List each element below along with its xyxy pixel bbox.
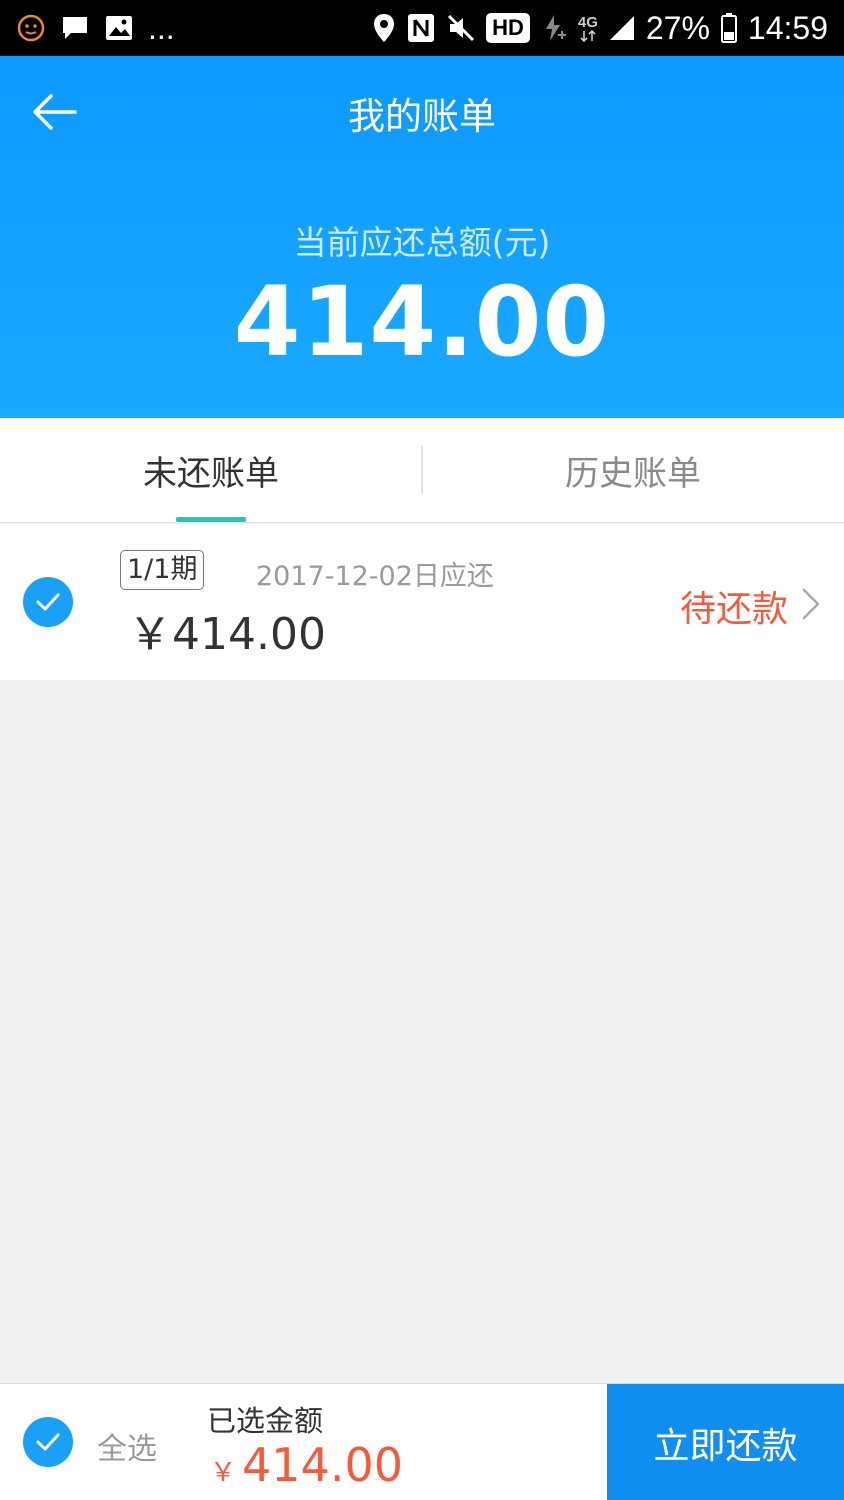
selected-amount-value: 414.00 xyxy=(242,1438,403,1492)
more-notifications: ... xyxy=(148,9,175,46)
bill-status: 待还款 xyxy=(679,589,788,630)
select-all-checkbox[interactable] xyxy=(23,1417,73,1467)
total-due-label: 当前应还总额(元) xyxy=(293,223,551,262)
battery-percent: 27% xyxy=(645,9,710,46)
tab-history-bills[interactable]: 历史账单 xyxy=(422,418,844,522)
tab-divider xyxy=(421,446,423,494)
status-right: HD 4G 27% 14:59 xyxy=(372,10,828,47)
page-title: 我的账单 xyxy=(348,95,496,138)
pay-now-button[interactable]: 立即还款 xyxy=(607,1384,844,1500)
bill-checkbox[interactable] xyxy=(23,577,73,627)
tab-history-label: 历史账单 xyxy=(565,453,701,494)
hd-badge: HD xyxy=(486,13,530,43)
check-icon xyxy=(36,1433,60,1451)
period-badge: 1/1期 xyxy=(120,550,205,590)
location-icon xyxy=(372,12,396,44)
network-4g-icon: 4G xyxy=(578,15,598,42)
tab-unpaid-label: 未还账单 xyxy=(143,453,279,494)
clock: 14:59 xyxy=(747,9,828,46)
tab-unpaid-bills[interactable]: 未还账单 xyxy=(0,418,422,522)
chevron-right-icon xyxy=(802,588,820,620)
mute-icon xyxy=(446,13,476,43)
battery-icon xyxy=(720,12,738,44)
chat-icon xyxy=(60,13,90,43)
due-date: 2017-12-02日应还 xyxy=(256,561,494,592)
bill-list-item[interactable]: 1/1期 2017-12-02日应还 ￥414.00 待还款 xyxy=(0,524,844,680)
data-saver-icon xyxy=(540,13,568,43)
bottom-action-bar: 全选 已选金额 ￥ 414.00 立即还款 xyxy=(0,1383,844,1500)
select-all-label[interactable]: 全选 xyxy=(97,1424,157,1468)
image-icon xyxy=(104,13,134,43)
bill-header: 我的账单 当前应还总额(元) 414.00 xyxy=(0,56,844,418)
status-left: ... xyxy=(16,10,175,47)
signal-icon xyxy=(608,14,636,42)
selected-amount: ￥ 414.00 xyxy=(210,1438,403,1492)
currency-symbol: ￥ xyxy=(210,1458,237,1488)
active-tab-indicator xyxy=(176,517,246,522)
check-icon xyxy=(36,593,60,611)
nfc-icon xyxy=(406,12,436,44)
status-bar: ... HD 4G 27% 14:59 xyxy=(0,0,844,56)
bill-amount: ￥414.00 xyxy=(128,609,326,660)
selected-amount-label: 已选金额 xyxy=(207,1404,324,1438)
bill-tabs: 未还账单 历史账单 xyxy=(0,418,844,523)
total-due-amount: 414.00 xyxy=(233,266,611,378)
face-icon xyxy=(16,13,46,43)
